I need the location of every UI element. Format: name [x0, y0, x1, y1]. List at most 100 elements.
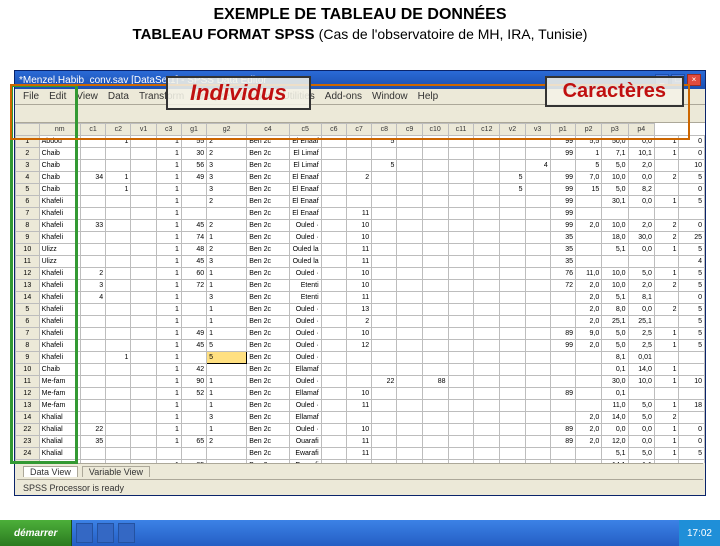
cell[interactable]: 1: [156, 400, 181, 412]
cell[interactable]: [321, 352, 346, 364]
cell[interactable]: Ouled ·: [289, 352, 321, 364]
cell[interactable]: Ouled ·: [289, 424, 321, 436]
cell[interactable]: Ellamaf: [289, 364, 321, 376]
cell[interactable]: 5: [679, 316, 705, 328]
cell[interactable]: 0,0: [628, 172, 654, 184]
column-header[interactable]: p1: [550, 124, 575, 136]
cell[interactable]: 1: [156, 436, 181, 448]
column-header[interactable]: c12: [474, 124, 500, 136]
row-number[interactable]: 7: [16, 328, 40, 340]
cell[interactable]: Ben 2c: [247, 184, 290, 196]
cell[interactable]: 18,0: [602, 232, 628, 244]
cell[interactable]: 7,0: [576, 172, 602, 184]
cell[interactable]: [576, 376, 602, 388]
cell[interactable]: Me-fam: [39, 388, 80, 400]
cell[interactable]: [500, 256, 525, 268]
cell[interactable]: [131, 424, 156, 436]
cell[interactable]: 22: [80, 424, 105, 436]
cell[interactable]: [80, 232, 105, 244]
cell[interactable]: Chaib: [39, 184, 80, 196]
cell[interactable]: 1: [207, 388, 247, 400]
cell[interactable]: [372, 436, 397, 448]
cell[interactable]: 1: [654, 136, 679, 148]
cell[interactable]: [181, 208, 206, 220]
cell[interactable]: 1: [156, 340, 181, 352]
cell[interactable]: Khalial: [39, 424, 80, 436]
cell[interactable]: [448, 400, 474, 412]
cell[interactable]: [321, 316, 346, 328]
cell[interactable]: [321, 280, 346, 292]
cell[interactable]: [80, 136, 105, 148]
taskbar-item[interactable]: [97, 523, 114, 543]
cell[interactable]: [422, 364, 448, 376]
cell[interactable]: 5: [679, 304, 705, 316]
cell[interactable]: 0,1: [602, 388, 628, 400]
cell[interactable]: [106, 448, 131, 460]
cell[interactable]: [131, 148, 156, 160]
table-row[interactable]: 4Chaib3411493Ben 2cEl Enaaf25997,010,00,…: [16, 172, 705, 184]
cell[interactable]: [448, 196, 474, 208]
cell[interactable]: [525, 268, 550, 280]
cell[interactable]: [448, 148, 474, 160]
cell[interactable]: Ouled ·: [289, 316, 321, 328]
table-row[interactable]: 10Ulizz1482Ben 2cOuled la11355,10,015: [16, 244, 705, 256]
cell[interactable]: [525, 232, 550, 244]
cell[interactable]: [500, 160, 525, 172]
cell[interactable]: Ouled ·: [289, 376, 321, 388]
system-tray[interactable]: 17:02: [679, 520, 720, 546]
cell[interactable]: 0,0: [628, 436, 654, 448]
cell[interactable]: [106, 376, 131, 388]
cell[interactable]: 2: [207, 136, 247, 148]
cell[interactable]: 89: [550, 328, 575, 340]
cell[interactable]: 8,2: [628, 184, 654, 196]
cell[interactable]: [397, 208, 422, 220]
table-row[interactable]: 3Chaib1563Ben 2cEl Limaf5455,02,010: [16, 160, 705, 172]
cell[interactable]: 3: [207, 160, 247, 172]
corner-cell[interactable]: [16, 124, 40, 136]
cell[interactable]: [321, 436, 346, 448]
cell[interactable]: 9,0: [576, 328, 602, 340]
cell[interactable]: [372, 340, 397, 352]
cell[interactable]: [181, 184, 206, 196]
cell[interactable]: 11: [346, 208, 371, 220]
cell[interactable]: 30,1: [602, 196, 628, 208]
table-row[interactable]: 1Abdou11552Ben 2cEl Enaaf5995,550,00,010: [16, 136, 705, 148]
row-number[interactable]: 1: [16, 136, 40, 148]
cell[interactable]: 5: [679, 196, 705, 208]
cell[interactable]: Ouled ·: [289, 304, 321, 316]
cell[interactable]: [500, 136, 525, 148]
cell[interactable]: El Enaaf: [289, 172, 321, 184]
cell[interactable]: [106, 316, 131, 328]
cell[interactable]: [448, 220, 474, 232]
cell[interactable]: 8,1: [602, 352, 628, 364]
cell[interactable]: [321, 400, 346, 412]
cell[interactable]: 1: [156, 352, 181, 364]
cell[interactable]: [321, 256, 346, 268]
cell[interactable]: 1: [654, 448, 679, 460]
cell[interactable]: 5,1: [602, 292, 628, 304]
cell[interactable]: [346, 376, 371, 388]
cell[interactable]: 13: [346, 304, 371, 316]
cell[interactable]: Ouled ·: [289, 328, 321, 340]
cell[interactable]: [500, 436, 525, 448]
cell[interactable]: 10: [346, 220, 371, 232]
cell[interactable]: 4: [525, 160, 550, 172]
cell[interactable]: [422, 400, 448, 412]
cell[interactable]: [372, 196, 397, 208]
cell[interactable]: El Enaaf: [289, 136, 321, 148]
cell[interactable]: [397, 412, 422, 424]
cell[interactable]: [525, 304, 550, 316]
cell[interactable]: 55: [181, 136, 206, 148]
cell[interactable]: Ben 2c: [247, 328, 290, 340]
cell[interactable]: Ouled ·: [289, 400, 321, 412]
cell[interactable]: 2,0: [576, 280, 602, 292]
cell[interactable]: [422, 208, 448, 220]
cell[interactable]: [397, 256, 422, 268]
cell[interactable]: 2,5: [628, 340, 654, 352]
cell[interactable]: Ben 2c: [247, 196, 290, 208]
cell[interactable]: [474, 376, 500, 388]
cell[interactable]: [654, 388, 679, 400]
cell[interactable]: [422, 256, 448, 268]
cell[interactable]: 1: [207, 328, 247, 340]
cell[interactable]: [448, 412, 474, 424]
